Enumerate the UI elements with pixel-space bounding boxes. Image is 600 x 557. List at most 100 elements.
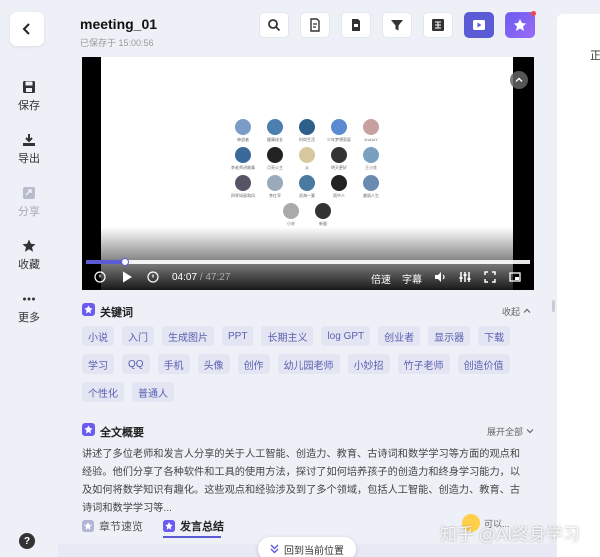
- participant-name: 健康成长: [267, 137, 283, 142]
- progress-fill: [86, 260, 125, 264]
- volume-button[interactable]: [434, 271, 446, 283]
- tab-chapters[interactable]: 章节速览: [82, 518, 143, 534]
- keyword-tag[interactable]: PPT: [222, 326, 254, 346]
- keyword-tag[interactable]: 创造价值: [457, 354, 510, 374]
- search-button[interactable]: [259, 12, 289, 38]
- current-time: 04:07: [172, 272, 198, 283]
- more-label: 更多: [18, 312, 40, 324]
- keyword-tag[interactable]: 小说: [82, 326, 114, 346]
- more-button[interactable]: 更多: [0, 292, 58, 325]
- keyword-tag[interactable]: 创业者: [378, 326, 421, 346]
- save-label: 保存: [18, 100, 40, 112]
- export-button[interactable]: 导出: [0, 133, 58, 166]
- equalizer-icon: [459, 272, 471, 282]
- active-tab-indicator: [163, 536, 221, 538]
- rewind-button[interactable]: [94, 271, 106, 283]
- participant-avatar: [299, 147, 315, 163]
- collapse-video-button[interactable]: [510, 71, 528, 89]
- chapters-icon: [82, 520, 94, 532]
- return-to-current-button[interactable]: 回到当前位置: [258, 537, 356, 557]
- participant-avatar: [299, 119, 315, 135]
- back-button[interactable]: [10, 12, 44, 46]
- participant-avatar: [331, 119, 347, 135]
- video-player[interactable]: 神战者 健康成长 时尚生活 少年梦想家庭 2ndJoY 李老师讲故事 月亮公主 乂 明天更好 王小…: [82, 57, 534, 290]
- playback-time: 04:07 / 47:27: [172, 272, 230, 283]
- keyword-tag[interactable]: 竹子老师: [397, 354, 450, 374]
- summary-text: 讲述了多位老师和发言人分享的关于人工智能、创造力、教育、古诗词和数学学习等方面的…: [82, 449, 521, 514]
- time-separator: /: [199, 272, 203, 283]
- participant-name: 明天更好: [331, 165, 347, 170]
- keyword-tag[interactable]: 生成图片: [162, 326, 214, 346]
- ai-assistant-icon: [514, 19, 526, 31]
- more-icon: [23, 297, 35, 301]
- volume-icon: [435, 272, 445, 282]
- participant-name: 李老师讲故事: [231, 165, 255, 170]
- keyword-tag[interactable]: QQ: [122, 354, 150, 374]
- filter-button[interactable]: [382, 12, 412, 38]
- pip-button[interactable]: [509, 271, 521, 283]
- participant-avatar: [235, 147, 251, 163]
- note-button[interactable]: [341, 12, 371, 38]
- scrollbar[interactable]: [552, 300, 555, 312]
- download-icon: [23, 134, 35, 146]
- settings-button[interactable]: [459, 271, 471, 283]
- keyword-tag[interactable]: 学习: [82, 354, 114, 374]
- keyword-tag[interactable]: log GPT: [321, 326, 371, 346]
- tab-chapters-label: 章节速览: [99, 521, 143, 533]
- right-panel-text: 正: [590, 50, 600, 62]
- participant-avatar: [331, 175, 347, 191]
- subtitle-button[interactable]: 字幕: [402, 271, 422, 286]
- progress-bar[interactable]: [86, 258, 530, 266]
- keyword-tag[interactable]: 显示器: [428, 326, 471, 346]
- keyword-tag[interactable]: 幼儿园老师: [277, 354, 340, 374]
- keyword-tag[interactable]: 下载: [478, 326, 511, 346]
- watermark: 知乎 @AI终身学习: [440, 525, 581, 544]
- keyword-tag[interactable]: 头像: [197, 354, 230, 374]
- progress-handle[interactable]: [120, 258, 129, 266]
- keyword-tag[interactable]: 长期主义: [261, 326, 314, 346]
- participant-name: 月亮公主: [267, 165, 283, 170]
- picture-in-picture-icon: [509, 272, 521, 282]
- rewind-icon: [94, 271, 106, 283]
- ai-assistant-button[interactable]: [505, 11, 536, 38]
- play-icon: [123, 271, 132, 283]
- keywords-section-icon: [82, 303, 95, 316]
- participant-name: 时尚生活: [299, 137, 315, 142]
- participant-name: 沧海一粟: [299, 193, 315, 198]
- translate-icon: [432, 19, 444, 31]
- total-time: 47:27: [205, 272, 231, 283]
- notification-dot: [531, 11, 536, 16]
- participant-name: 2ndJoY: [364, 137, 378, 142]
- keyword-tag[interactable]: 个性化: [82, 382, 124, 402]
- fullscreen-button[interactable]: [484, 271, 496, 283]
- chevron-up-icon: [523, 308, 530, 313]
- keyword-tag[interactable]: 普通人: [132, 382, 174, 402]
- participant-avatar: [235, 175, 251, 191]
- translate-button[interactable]: [423, 12, 453, 38]
- participant-avatar: [363, 175, 379, 191]
- favorite-button[interactable]: 收藏: [0, 239, 58, 272]
- share-button[interactable]: 分享: [0, 186, 58, 219]
- keyword-tag[interactable]: 入门: [122, 326, 154, 346]
- tab-speaker-summary[interactable]: 发言总结: [163, 518, 224, 534]
- expand-summary-button[interactable]: 展开全部: [487, 425, 534, 438]
- doc-filter-button[interactable]: [300, 12, 330, 38]
- participant-name: 美丽人生: [363, 193, 379, 198]
- participant-name: 神战者: [237, 137, 249, 142]
- filter-icon: [391, 20, 403, 31]
- collapse-keywords-button[interactable]: 收起: [502, 305, 531, 318]
- chevron-down-icon: [526, 429, 533, 434]
- speed-button[interactable]: 倍速: [371, 271, 391, 286]
- video-toggle-button[interactable]: [464, 12, 494, 38]
- chevron-up-icon: [515, 77, 523, 82]
- keyword-tag[interactable]: 手机: [157, 354, 190, 374]
- participant-avatar: [267, 147, 283, 163]
- save-button[interactable]: 保存: [0, 80, 58, 113]
- keyword-tag[interactable]: 小妙招: [347, 354, 390, 374]
- play-button[interactable]: [122, 271, 133, 283]
- participant-name: 四季如画和风: [231, 193, 255, 198]
- keyword-tag[interactable]: 创作: [237, 354, 270, 374]
- forward-button[interactable]: [147, 271, 159, 283]
- participant-tile: 王小花: [351, 147, 391, 171]
- help-icon[interactable]: ?: [19, 533, 35, 549]
